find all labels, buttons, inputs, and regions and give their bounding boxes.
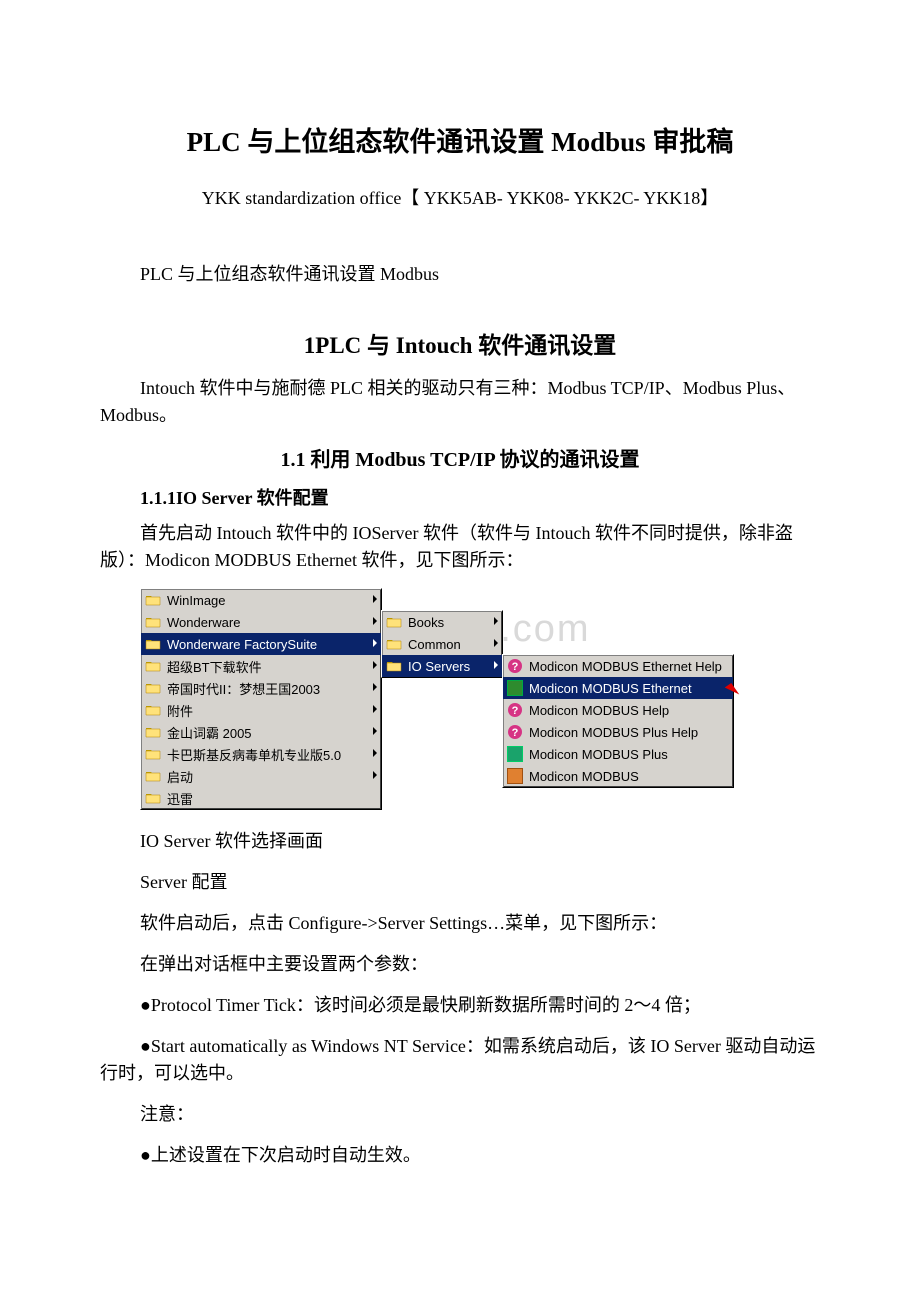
help-icon: ? [507,724,523,740]
programs-menu-item[interactable]: Wonderware FactorySuite [141,633,381,655]
folder-icon [145,702,161,718]
svg-text:?: ? [512,727,519,739]
submenu-arrow-icon [494,639,498,647]
ioservers-menu-item[interactable]: Modicon MODBUS Ethernet [503,677,733,699]
ioservers-menu-item[interactable]: ? Modicon MODBUS Plus Help [503,721,733,743]
submenu-arrow-icon [494,617,498,625]
submenu-arrow-icon [373,683,377,691]
doc-title: PLC 与上位组态软件通讯设置 Modbus 审批稿 [100,120,820,159]
svg-text:?: ? [512,705,519,717]
submenu-arrow-icon [494,661,498,669]
help-icon: ? [507,658,523,674]
menu-item-label: Modicon MODBUS Plus [529,747,668,762]
submenu-arrow-icon [373,661,377,669]
menu-item-label: 金山词霸 2005 [167,723,252,742]
folder-icon [145,724,161,740]
factorysuite-menu-item[interactable]: Common [382,633,502,655]
menu-item-label: Modicon MODBUS [529,769,639,784]
submenu-factorysuite: Books Common IO Servers [381,610,503,678]
programs-menu-item[interactable]: 卡巴斯基反病毒单机专业版5.0 [141,743,381,765]
section-1-1-heading: 1.1 利用 Modbus TCP/IP 协议的通讯设置 [100,443,820,472]
ioservers-menu-item[interactable]: Modicon MODBUS [503,765,733,787]
folder-icon [386,636,402,652]
svg-text:?: ? [512,661,519,673]
para-text: Intouch 软件中与施耐德 PLC 相关的驱动只有三种：Modbus TCP… [100,378,795,425]
ioservers-menu-item[interactable]: ? Modicon MODBUS Help [503,699,733,721]
paragraph: 在弹出对话框中主要设置两个参数： [140,951,820,978]
menu-screenshot: www.bdocx.com WinImageWonderwareWonderwa… [140,588,820,818]
submenu-arrow-icon [373,749,377,757]
modbus-plus-app-icon [507,746,523,762]
caption: IO Server 软件选择画面 [140,828,820,855]
menu-item-label: Wonderware FactorySuite [167,637,317,652]
programs-menu-item[interactable]: 超级BT下载软件 [141,655,381,677]
menu-item-label: WinImage [167,593,226,608]
submenu-arrow-icon [373,595,377,603]
paragraph: Intouch 软件中与施耐德 PLC 相关的驱动只有三种：Modbus TCP… [100,375,820,429]
document-page: PLC 与上位组态软件通讯设置 Modbus 审批稿 YKK standardi… [0,0,920,1263]
paragraph: ●Protocol Timer Tick：该时间必须是最快刷新数据所需时间的 2… [140,992,820,1019]
folder-icon [145,790,161,806]
folder-icon [145,658,161,674]
menu-item-label: Modicon MODBUS Ethernet [529,681,692,696]
submenu-arrow-icon [373,771,377,779]
modbus-app-icon [507,768,523,784]
folder-icon [145,614,161,630]
ioservers-menu-item[interactable]: Modicon MODBUS Plus [503,743,733,765]
paragraph: ●Start automatically as Windows NT Servi… [100,1033,820,1087]
paragraph: ●上述设置在下次启动时自动生效。 [140,1142,820,1169]
menu-item-label: Modicon MODBUS Plus Help [529,725,698,740]
paragraph: 注意： [140,1101,820,1128]
folder-icon [145,636,161,652]
ethernet-app-icon [507,680,523,696]
menu-item-label: 附件 [167,701,193,720]
folder-icon [386,658,402,674]
menu-item-label: Wonderware [167,615,240,630]
section-1-1-1-heading: 1.1.1IO Server 软件配置 [140,484,820,510]
help-icon: ? [507,702,523,718]
doc-subtitle: PLC 与上位组态软件通讯设置 Modbus [100,260,820,286]
menu-item-label: 卡巴斯基反病毒单机专业版5.0 [167,745,341,764]
section-1-heading: 1PLC 与 Intouch 软件通讯设置 [100,326,820,360]
menu-item-label: 启动 [167,767,193,786]
submenu-arrow-icon [373,617,377,625]
folder-icon [145,680,161,696]
programs-menu-item[interactable]: WinImage [141,589,381,611]
menu-item-label: Books [408,615,444,630]
menu-item-label: Common [408,637,461,652]
programs-menu-item[interactable]: Wonderware [141,611,381,633]
folder-icon [145,768,161,784]
submenu-arrow-icon [373,639,377,647]
paragraph: 首先启动 Intouch 软件中的 IOServer 软件（软件与 Intouc… [100,520,820,574]
paragraph: 软件启动后，点击 Configure->Server Settings…菜单，见… [140,910,820,937]
programs-menu-item[interactable]: 附件 [141,699,381,721]
programs-menu-item[interactable]: 金山词霸 2005 [141,721,381,743]
submenu-arrow-icon [373,727,377,735]
menu-item-label: 迅雷 [167,789,193,808]
factorysuite-menu-item[interactable]: IO Servers [382,655,502,677]
factorysuite-menu-item[interactable]: Books [382,611,502,633]
menu-item-label: 超级BT下载软件 [167,657,262,676]
submenu-arrow-icon [373,705,377,713]
folder-icon [386,614,402,630]
menu-item-label: 帝国时代II：梦想王国2003 [167,679,320,698]
programs-menu-item[interactable]: 迅雷 [141,787,381,809]
start-menu-programs: WinImage Wonderware Wonderware FactorySuit… [140,588,382,810]
office-line: YKK standardization office【 YKK5AB- YKK0… [100,184,820,210]
menu-item-label: Modicon MODBUS Help [529,703,669,718]
folder-icon [145,592,161,608]
submenu-ioservers: ? Modicon MODBUS Ethernet Help Modicon MOD… [502,654,734,788]
menu-item-label: IO Servers [408,659,470,674]
menu-item-label: Modicon MODBUS Ethernet Help [529,659,722,674]
ioservers-menu-item[interactable]: ? Modicon MODBUS Ethernet Help [503,655,733,677]
programs-menu-item[interactable]: 启动 [141,765,381,787]
caption: Server 配置 [140,869,820,896]
folder-icon [145,746,161,762]
programs-menu-item[interactable]: 帝国时代II：梦想王国2003 [141,677,381,699]
